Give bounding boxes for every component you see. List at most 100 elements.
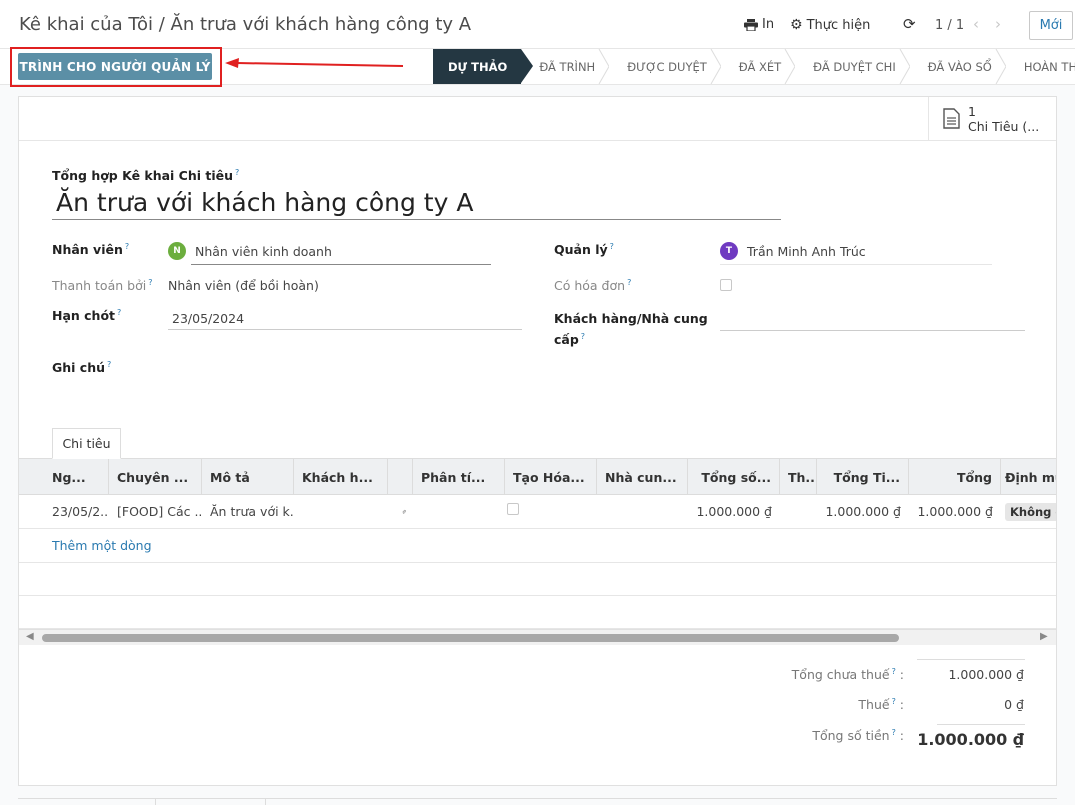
- add-line-link[interactable]: Thêm một dòng: [19, 529, 1056, 563]
- paid-by-value: Nhân viên (để bồi hoàn): [168, 278, 319, 293]
- table-row[interactable]: 23/05/2... [FOOD] Các ... Ăn trưa với k.…: [19, 495, 1056, 529]
- scrollbar-thumb[interactable]: [42, 634, 899, 642]
- column-header-attachment: [388, 459, 413, 494]
- employee-label-text: Nhân viên: [52, 242, 123, 258]
- new-button[interactable]: Mới: [1029, 11, 1073, 40]
- statusbar: TRÌNH CHO NGƯỜI QUẢN LÝ DỰ THẢO ĐÃ TRÌNH…: [0, 49, 1075, 85]
- stage-draft: DỰ THẢO: [433, 49, 534, 84]
- title-label-text: Tổng hợp Kê khai Chi tiêu: [52, 168, 234, 184]
- partner-field[interactable]: [720, 330, 1025, 331]
- stage-payment-approved: ĐÃ DUYỆT CHI: [795, 49, 911, 84]
- help-icon[interactable]: ?: [117, 308, 121, 317]
- untaxed-label: Tổng chưa thuế? :: [791, 667, 904, 683]
- totals-divider: [937, 724, 1025, 725]
- stage-done: HOÀN THÀNH: [1005, 49, 1075, 84]
- column-header-product[interactable]: Chuyên ...: [109, 459, 202, 494]
- employee-field-underline: [191, 264, 491, 265]
- deadline-field[interactable]: 23/05/2024: [172, 311, 244, 326]
- scroll-left-icon[interactable]: ◀: [26, 631, 34, 642]
- stage-submitted: ĐÃ TRÌNH: [521, 49, 610, 84]
- stage-label: ĐÃ VÀO SỔ: [927, 59, 992, 74]
- help-icon[interactable]: ?: [892, 697, 896, 706]
- column-header-amount[interactable]: Tổng số...: [688, 459, 780, 494]
- help-icon[interactable]: ?: [627, 278, 631, 287]
- has-invoice-checkbox[interactable]: [720, 279, 732, 291]
- cell-amount: 1.000.000 ₫: [696, 504, 772, 519]
- empty-row: [19, 596, 1056, 629]
- column-header-create-invoice[interactable]: Tạo Hóa...: [505, 459, 597, 494]
- expenses-smart-button[interactable]: 1 Chi Tiêu (...: [928, 97, 1056, 140]
- breadcrumb-parent-link[interactable]: Kê khai của Tôi: [19, 14, 153, 35]
- column-header-description[interactable]: Mô tả: [202, 459, 294, 494]
- scroll-right-icon[interactable]: ▶: [1040, 631, 1048, 642]
- stage-label: ĐÃ TRÌNH: [539, 59, 596, 74]
- column-header-analytic[interactable]: Phân tí...: [413, 459, 505, 494]
- title-input[interactable]: Ăn trưa với khách hàng công ty A: [52, 186, 781, 220]
- employee-field[interactable]: Nhân viên kinh doanh: [195, 244, 332, 259]
- stage-approved: ĐƯỢC DUYỆT: [609, 49, 722, 84]
- manager-field-underline: [720, 264, 992, 265]
- stage-label: ĐÃ DUYỆT CHI: [813, 59, 896, 74]
- print-label: In: [762, 17, 775, 32]
- tax-label-text: Thuế: [858, 697, 890, 713]
- action-button[interactable]: ⚙ Thực hiện: [790, 17, 870, 33]
- submit-to-manager-button[interactable]: TRÌNH CHO NGƯỜI QUẢN LÝ: [18, 53, 212, 80]
- partner-label-line2: cấp: [554, 332, 579, 348]
- action-label: Thực hiện: [806, 17, 871, 33]
- paperclip-glyph: [402, 509, 406, 514]
- table-header: Ng... Chuyên ... Mô tả Khách h... Phân t…: [19, 459, 1056, 495]
- paperclip-icon[interactable]: [394, 495, 414, 528]
- print-button[interactable]: In: [744, 17, 774, 32]
- tab-expenses[interactable]: Chi tiêu: [52, 428, 121, 459]
- column-header-norm[interactable]: Định mức: [1001, 459, 1056, 494]
- help-icon[interactable]: ?: [892, 728, 896, 737]
- employee-label: Nhân viên?: [52, 242, 129, 257]
- chatter-tab-divider: [155, 799, 156, 805]
- stage-label: ĐÃ XÉT: [738, 59, 782, 74]
- empty-row: [19, 563, 1056, 596]
- gear-icon: ⚙: [790, 17, 803, 33]
- column-header-tax[interactable]: Th...: [780, 459, 817, 494]
- note-label: Ghi chú?: [52, 360, 111, 375]
- avatar: T: [720, 242, 738, 260]
- smart-button-label: Chi Tiêu (...: [968, 118, 1040, 134]
- pager-next-icon[interactable]: ›: [995, 15, 1001, 33]
- column-header-amount-total[interactable]: Tổng Ti...: [817, 459, 909, 494]
- horizontal-scrollbar[interactable]: ◀ ▶: [19, 629, 1056, 645]
- tax-value: 0 ₫: [1004, 697, 1024, 712]
- help-icon[interactable]: ?: [892, 667, 896, 676]
- create-invoice-checkbox[interactable]: [507, 503, 519, 515]
- column-header-customer[interactable]: Khách h...: [294, 459, 388, 494]
- help-icon[interactable]: ?: [610, 242, 614, 251]
- column-header-total[interactable]: Tổng: [909, 459, 1001, 494]
- avatar: N: [168, 242, 186, 260]
- total-amount-label: Tổng số tiền? :: [812, 728, 904, 744]
- cell-tax: [780, 495, 817, 528]
- help-icon[interactable]: ?: [581, 332, 585, 341]
- help-icon[interactable]: ?: [235, 168, 239, 177]
- stage-list: DỰ THẢO ĐÃ TRÌNH ĐƯỢC DUYỆT ĐÃ XÉT ĐÃ DU…: [433, 49, 1075, 84]
- document-icon: [943, 108, 960, 129]
- manager-field[interactable]: Trần Minh Anh Trúc: [747, 244, 866, 259]
- column-header-vendor[interactable]: Nhà cun...: [597, 459, 688, 494]
- help-icon[interactable]: ?: [107, 360, 111, 369]
- help-icon[interactable]: ?: [125, 242, 129, 251]
- cell-description: Ăn trưa với k...: [210, 504, 294, 519]
- partner-label: Khách hàng/Nhà cung cấp?: [554, 310, 708, 349]
- has-invoice-label: Có hóa đơn?: [554, 278, 631, 293]
- total-amount-label-text: Tổng số tiền: [812, 728, 890, 744]
- cell-total: 1.000.000 ₫: [917, 504, 993, 519]
- paid-by-label: Thanh toán bởi?: [52, 278, 152, 293]
- manager-label-text: Quản lý: [554, 242, 608, 258]
- control-panel: Kê khai của Tôi / Ăn trưa với khách hàng…: [0, 0, 1075, 49]
- has-invoice-label-text: Có hóa đơn: [554, 278, 626, 294]
- refresh-icon[interactable]: ⟳: [903, 15, 916, 33]
- breadcrumb: Kê khai của Tôi / Ăn trưa với khách hàng…: [19, 14, 471, 35]
- pager-prev-icon[interactable]: ‹: [973, 15, 979, 33]
- smart-button-count: 1: [968, 103, 976, 119]
- column-header-date[interactable]: Ng...: [19, 459, 109, 494]
- help-icon[interactable]: ?: [148, 278, 152, 287]
- tax-label: Thuế? :: [858, 697, 904, 713]
- cell-vendor: [597, 495, 688, 528]
- pager-value[interactable]: 1 / 1: [935, 18, 964, 33]
